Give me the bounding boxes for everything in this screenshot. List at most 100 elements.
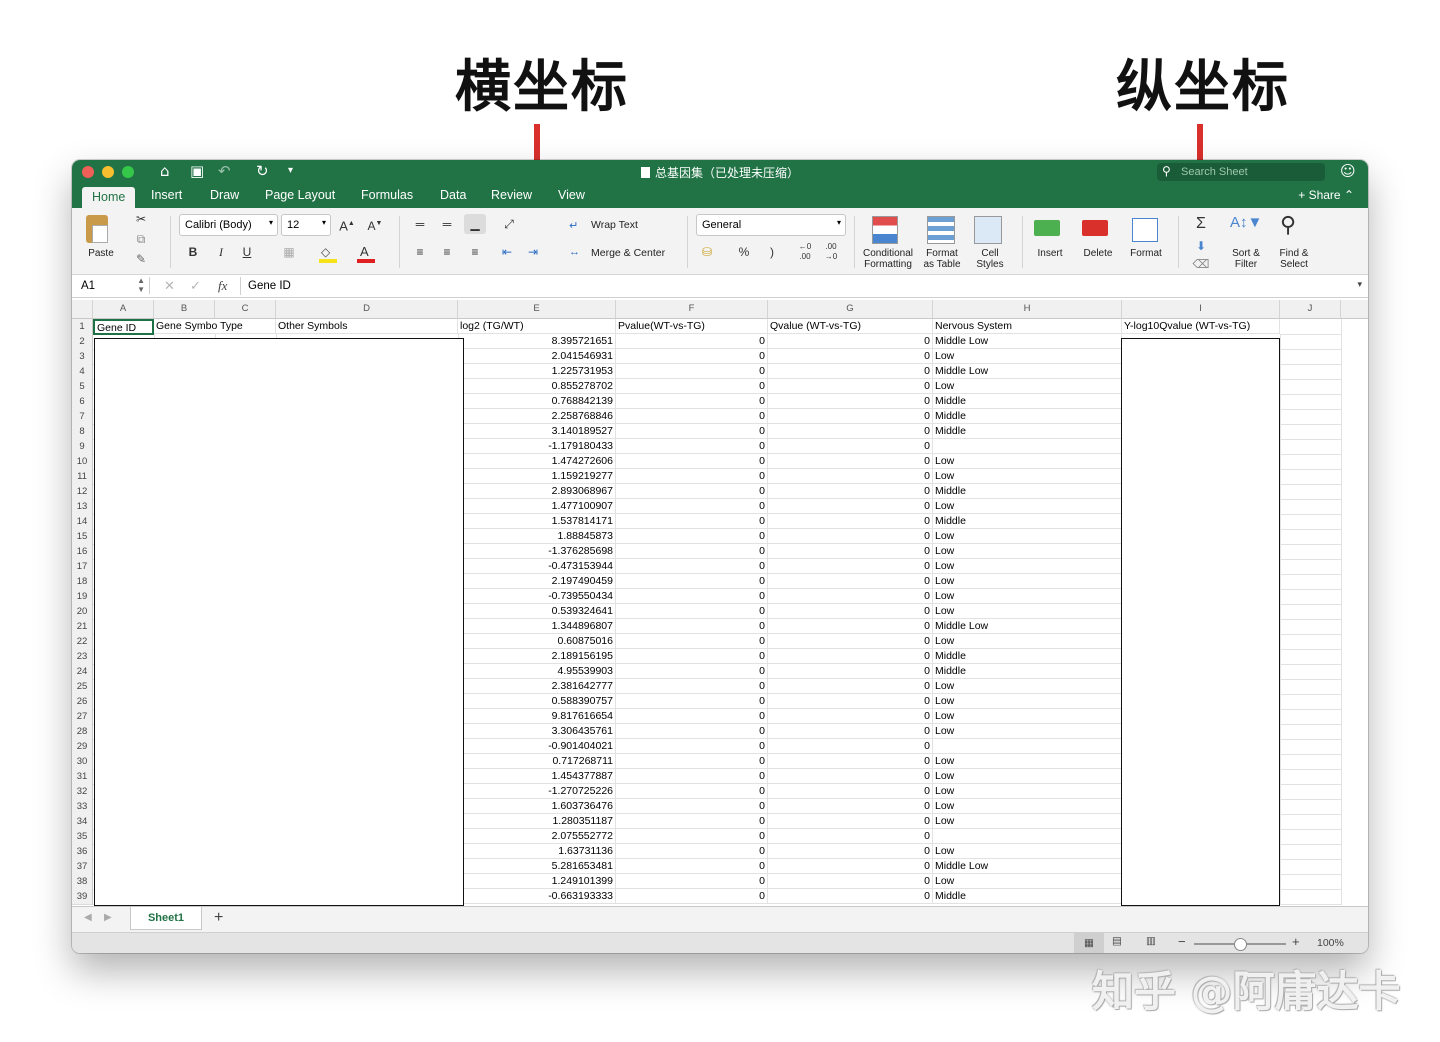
tab-review[interactable]: Review: [491, 188, 532, 202]
row-header[interactable]: 8: [72, 424, 93, 440]
cell-pvalue[interactable]: 0: [616, 829, 768, 844]
cell-log2[interactable]: 1.344896807: [458, 619, 616, 634]
row-header[interactable]: 21: [72, 619, 93, 635]
cell[interactable]: [1280, 364, 1342, 380]
cell-log2[interactable]: -1.376285698: [458, 544, 616, 559]
cell-qvalue[interactable]: 0: [768, 679, 933, 694]
decrease-decimal-icon[interactable]: .00 →0: [820, 242, 842, 262]
cell-log2[interactable]: 1.280351187: [458, 814, 616, 829]
cell-nervous-system[interactable]: Low: [933, 604, 1122, 619]
cell-nervous-system[interactable]: [933, 739, 1122, 754]
number-format-select[interactable]: General ▾: [696, 214, 846, 236]
cell[interactable]: [1280, 574, 1342, 590]
font-size-select[interactable]: 12 ▾: [281, 214, 331, 236]
cell-qvalue[interactable]: 0: [768, 544, 933, 559]
decrease-indent-icon[interactable]: ⇤: [496, 242, 518, 262]
cell-qvalue[interactable]: 0: [768, 814, 933, 829]
cell-log2[interactable]: 2.041546931: [458, 349, 616, 364]
cell[interactable]: [1280, 634, 1342, 650]
cell-pvalue[interactable]: 0: [616, 784, 768, 799]
cell-pvalue[interactable]: 0: [616, 619, 768, 634]
cell-log2[interactable]: -0.473153944: [458, 559, 616, 574]
page-break-view-icon[interactable]: ▥: [1146, 935, 1156, 947]
cell-log2[interactable]: -0.663193333: [458, 889, 616, 904]
cell[interactable]: [1280, 799, 1342, 815]
merge-center-button[interactable]: Merge & Center: [591, 248, 665, 259]
cell-qvalue[interactable]: 0: [768, 364, 933, 379]
cell-log2[interactable]: 4.95539903: [458, 664, 616, 679]
cell-log2[interactable]: 3.140189527: [458, 424, 616, 439]
sort-filter-button[interactable]: Sort & Filter: [1224, 248, 1268, 270]
cell-log2[interactable]: 9.817616654: [458, 709, 616, 724]
cell-nervous-system[interactable]: Low: [933, 709, 1122, 724]
cell-log2[interactable]: -0.739550434: [458, 589, 616, 604]
cell-nervous-system[interactable]: Low: [933, 769, 1122, 784]
row-header[interactable]: 26: [72, 694, 93, 710]
cell-qvalue[interactable]: 0: [768, 694, 933, 709]
row-header[interactable]: 9: [72, 439, 93, 455]
cell-nervous-system[interactable]: Low: [933, 469, 1122, 484]
row-header[interactable]: 5: [72, 379, 93, 395]
column-header-b[interactable]: B: [154, 300, 215, 319]
cell-pvalue[interactable]: 0: [616, 349, 768, 364]
cell-nervous-system[interactable]: Middle: [933, 664, 1122, 679]
format-cells-button[interactable]: Format: [1124, 248, 1168, 259]
copy-icon[interactable]: ⧉: [130, 229, 152, 249]
row-header[interactable]: 29: [72, 739, 93, 755]
cell-nervous-system[interactable]: Middle: [933, 409, 1122, 424]
search-sheet-input[interactable]: ⚲ Search Sheet: [1157, 163, 1325, 181]
cell-pvalue[interactable]: 0: [616, 724, 768, 739]
cell-qvalue[interactable]: 0: [768, 349, 933, 364]
autosum-icon[interactable]: Σ: [1190, 214, 1212, 234]
insert-cells-button[interactable]: Insert: [1028, 248, 1072, 259]
cell-log2[interactable]: -0.901404021: [458, 739, 616, 754]
cell-qvalue[interactable]: 0: [768, 634, 933, 649]
cell[interactable]: [1280, 889, 1342, 905]
cell-pvalue[interactable]: 0: [616, 499, 768, 514]
cell-nervous-system[interactable]: Low: [933, 754, 1122, 769]
cell-nervous-system[interactable]: Low: [933, 349, 1122, 364]
cell-nervous-system[interactable]: Low: [933, 814, 1122, 829]
cell-nervous-system[interactable]: Low: [933, 574, 1122, 589]
underline-button[interactable]: U: [236, 242, 258, 262]
cell-qvalue[interactable]: 0: [768, 754, 933, 769]
cell[interactable]: [1280, 694, 1342, 710]
cell-pvalue[interactable]: 0: [616, 889, 768, 904]
normal-view-icon[interactable]: ▦: [1074, 933, 1104, 953]
row-header[interactable]: 30: [72, 754, 93, 770]
wrap-text-button[interactable]: Wrap Text: [591, 220, 638, 231]
cell-nervous-system[interactable]: Low: [933, 454, 1122, 469]
font-name-select[interactable]: Calibri (Body) ▾: [179, 214, 278, 236]
cell-styles-icon[interactable]: [974, 216, 1002, 244]
cell[interactable]: [1280, 769, 1342, 785]
cell-qvalue[interactable]: 0: [768, 769, 933, 784]
cell-log2[interactable]: 1.88845873: [458, 529, 616, 544]
cell[interactable]: [1280, 709, 1342, 725]
cell-log2[interactable]: 1.63731136: [458, 844, 616, 859]
cell-qvalue[interactable]: 0: [768, 334, 933, 349]
formula-input[interactable]: Gene ID: [248, 280, 291, 292]
increase-font-size-icon[interactable]: A▲: [336, 214, 358, 234]
row-header[interactable]: 15: [72, 529, 93, 545]
cell-qvalue[interactable]: 0: [768, 619, 933, 634]
cell-qvalue[interactable]: 0: [768, 469, 933, 484]
next-sheet-icon[interactable]: ▶: [104, 912, 112, 923]
row-header[interactable]: 18: [72, 574, 93, 590]
cell-qvalue[interactable]: 0: [768, 439, 933, 454]
cell-log2[interactable]: 1.537814171: [458, 514, 616, 529]
row-header[interactable]: 13: [72, 499, 93, 515]
tab-page-layout[interactable]: Page Layout: [265, 188, 335, 202]
conditional-formatting-button[interactable]: Conditional Formatting: [858, 248, 918, 270]
cell[interactable]: [1280, 664, 1342, 680]
cell-pvalue[interactable]: 0: [616, 739, 768, 754]
accounting-format-icon[interactable]: ⛁: [696, 242, 718, 262]
cell-log2[interactable]: 2.197490459: [458, 574, 616, 589]
zoom-in-button[interactable]: +: [1292, 934, 1300, 949]
cell-nervous-system[interactable]: Low: [933, 499, 1122, 514]
cell-nervous-system[interactable]: Middle: [933, 424, 1122, 439]
cell-pvalue[interactable]: 0: [616, 394, 768, 409]
cell-log2[interactable]: 2.189156195: [458, 649, 616, 664]
cell-nervous-system[interactable]: Middle: [933, 514, 1122, 529]
column-header-c[interactable]: C: [215, 300, 276, 319]
cell-pvalue[interactable]: 0: [616, 679, 768, 694]
